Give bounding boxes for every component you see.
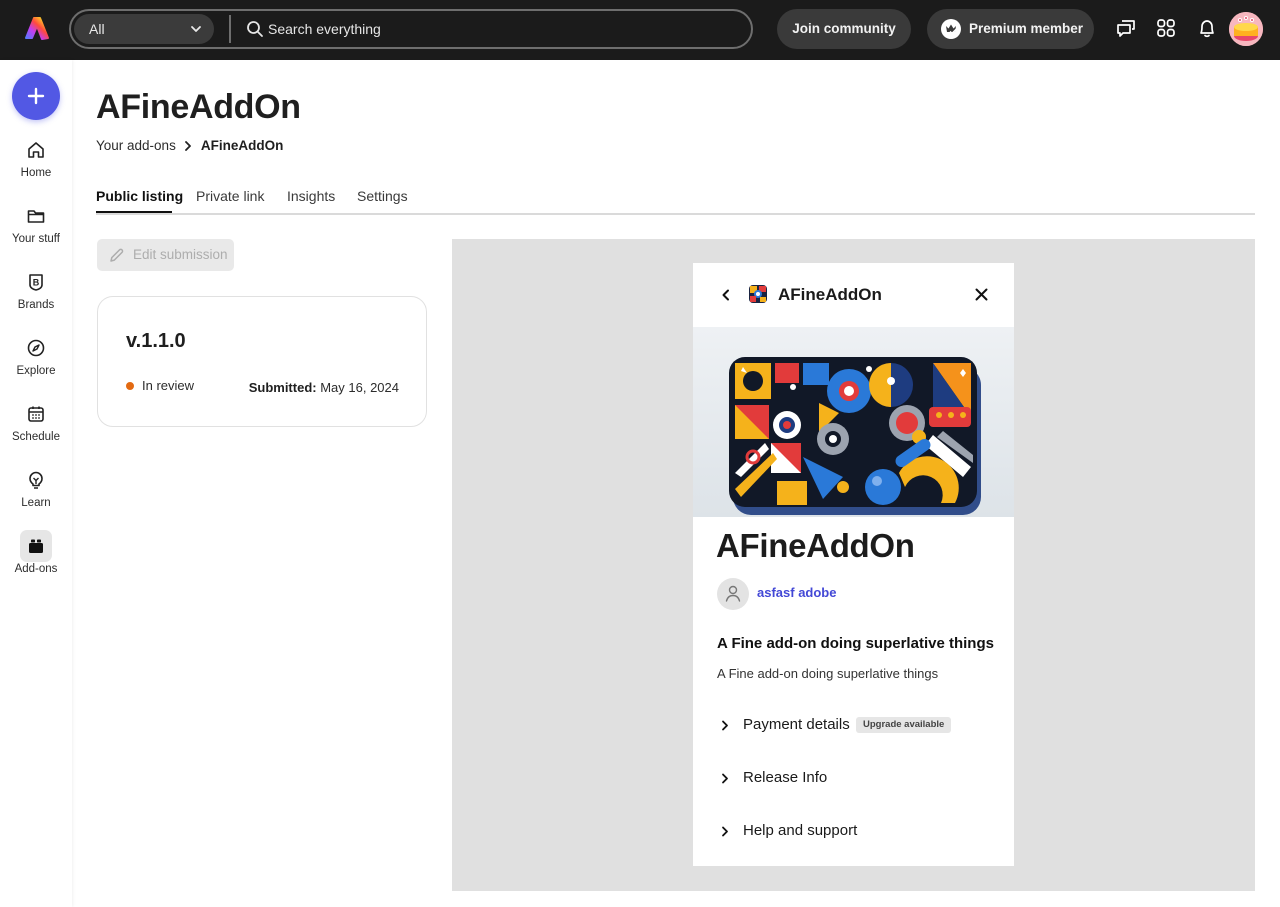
search-bar: All <box>69 9 753 49</box>
abstract-artwork <box>729 357 981 515</box>
tagline-heading: A Fine add-on doing superlative things <box>717 635 994 652</box>
addon-hero-image <box>693 327 1014 517</box>
accordion-release-info[interactable]: Release Info <box>717 767 997 791</box>
bell-icon[interactable] <box>1196 17 1218 39</box>
rail-item-add-ons[interactable]: Add-ons <box>0 530 72 598</box>
addons-icon <box>29 539 43 553</box>
edit-submission-label: Edit submission <box>133 247 228 262</box>
status-badge: In review <box>142 378 195 393</box>
rail-label: Home <box>20 167 52 179</box>
panel-header: AFineAddOn <box>693 263 1014 327</box>
chevron-right-icon <box>722 773 728 784</box>
panel-title: AFineAddOn <box>778 285 882 304</box>
author-avatar <box>717 578 749 610</box>
scope-selected: All <box>89 21 105 37</box>
addon-icon <box>749 285 767 303</box>
accordion-help-and-support[interactable]: Help and support <box>717 820 997 844</box>
apps-grid-icon[interactable] <box>1155 17 1177 39</box>
top-bar: All Join community Premium member <box>0 0 1280 60</box>
accordion-label: Payment details <box>743 716 850 733</box>
submitted-value: May 16, 2024 <box>320 380 399 395</box>
adobe-express-logo[interactable] <box>24 16 50 42</box>
chevron-right-icon <box>184 140 191 151</box>
rail-label: Learn <box>21 497 51 509</box>
premium-member-button[interactable]: Premium member <box>927 9 1094 49</box>
folder-icon <box>27 210 45 223</box>
page-title: AFineAddOn <box>96 88 301 126</box>
rail-label: Schedule <box>12 431 60 443</box>
active-tab-indicator <box>96 211 172 213</box>
breadcrumb: Your add-ons AFineAddOn <box>96 138 283 153</box>
calendar-icon <box>28 406 44 422</box>
join-community-button[interactable]: Join community <box>777 9 911 49</box>
rail-item-explore[interactable]: Explore <box>0 338 72 400</box>
rail-item-schedule[interactable]: Schedule <box>0 404 72 466</box>
search-scope-dropdown[interactable]: All <box>74 14 214 44</box>
preview-panel: AFineAddOn AFineAddOn asfasf adobe A Fin… <box>693 263 1014 866</box>
listing-preview: AFineAddOn AFineAddOn asfasf adobe A Fin… <box>452 239 1255 891</box>
avatar[interactable] <box>1229 12 1263 46</box>
version-card: v.1.1.0 In review Submitted: May 16, 202… <box>97 296 427 427</box>
tab-private-link[interactable]: Private link <box>196 188 264 204</box>
rail-item-your-stuff[interactable]: Your stuff <box>0 206 72 268</box>
tab-public-listing[interactable]: Public listing <box>96 188 183 204</box>
search-icon <box>247 21 263 37</box>
accordion-label: Help and support <box>743 822 858 839</box>
rail-label: Explore <box>16 365 56 377</box>
back-icon[interactable] <box>721 289 731 301</box>
chevron-right-icon <box>722 720 728 731</box>
tab-bar: Public listing Private link Insights Set… <box>96 186 1255 215</box>
rail-item-learn[interactable]: Learn <box>0 470 72 532</box>
premium-label: Premium member <box>969 21 1084 36</box>
breadcrumb-parent[interactable]: Your add-ons <box>96 138 176 153</box>
brand-icon: B <box>29 274 43 291</box>
search-input[interactable] <box>268 15 738 43</box>
cake-avatar-icon <box>1229 12 1263 46</box>
lightbulb-icon <box>29 471 43 489</box>
tab-settings[interactable]: Settings <box>357 188 408 204</box>
submitted-date: Submitted: May 16, 2024 <box>249 380 399 395</box>
accordion-label: Release Info <box>743 769 828 786</box>
search-divider <box>229 15 231 43</box>
author-link[interactable]: asfasf adobe <box>757 585 836 600</box>
accordion-payment-details[interactable]: Payment details Upgrade available <box>717 714 997 738</box>
rail-label: Your stuff <box>12 233 60 245</box>
compass-icon <box>27 339 45 357</box>
submitted-label: Submitted: <box>248 380 317 395</box>
crown-badge-icon <box>941 19 961 39</box>
version-number: v.1.1.0 <box>126 330 186 352</box>
status-dot <box>126 382 134 390</box>
rail-item-home[interactable]: Home <box>0 140 72 202</box>
pencil-icon <box>110 248 124 262</box>
tagline: A Fine add-on doing superlative things <box>717 666 939 681</box>
edit-submission-button[interactable]: Edit submission <box>97 239 234 271</box>
chevron-down-icon <box>191 26 201 32</box>
user-icon <box>725 585 741 602</box>
chat-icon[interactable] <box>1115 17 1137 39</box>
close-icon[interactable] <box>975 288 988 301</box>
rail-label: Brands <box>17 299 55 311</box>
home-icon <box>28 142 44 158</box>
svg-text:B: B <box>33 278 40 288</box>
plus-icon <box>27 87 45 105</box>
rail-label: Add-ons <box>14 563 58 575</box>
upgrade-badge: Upgrade available <box>856 717 952 733</box>
rail-item-brands[interactable]: B Brands <box>0 272 72 334</box>
left-rail: Home Your stuff B Brands Explore Schedul… <box>0 60 72 907</box>
addon-name: AFineAddOn <box>716 527 915 564</box>
breadcrumb-current: AFineAddOn <box>200 138 284 153</box>
chevron-right-icon <box>722 826 728 837</box>
create-button[interactable] <box>12 72 60 120</box>
tab-insights[interactable]: Insights <box>287 188 335 204</box>
